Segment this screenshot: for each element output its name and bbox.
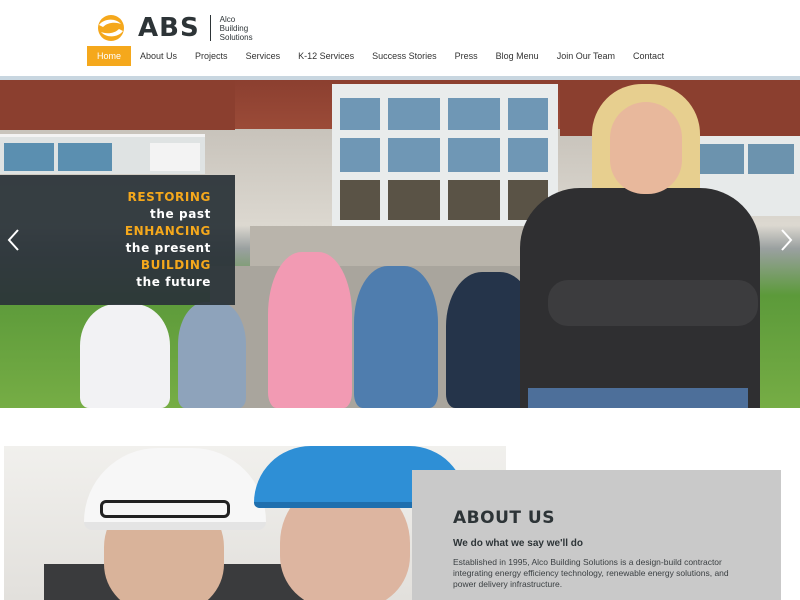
nav-item-k12-services[interactable]: K-12 Services xyxy=(289,46,363,66)
nav-item-home[interactable]: Home xyxy=(87,46,132,66)
chevron-left-icon[interactable] xyxy=(4,226,24,254)
about-card: ABOUT US We do what we say we'll do Esta… xyxy=(412,470,781,600)
nav-item-projects[interactable]: Projects xyxy=(186,46,237,66)
logo-swirl-icon xyxy=(98,15,124,41)
hero-image-child xyxy=(80,304,170,408)
nav-item-press[interactable]: Press xyxy=(446,46,487,66)
nav-item-success-stories[interactable]: Success Stories xyxy=(363,46,446,66)
chevron-right-icon[interactable] xyxy=(776,226,796,254)
tagline-line: the present xyxy=(125,241,211,255)
logo-divider xyxy=(209,15,211,41)
logo-abbreviation: ABS xyxy=(138,13,200,43)
nav-item-blog-menu[interactable]: Blog Menu xyxy=(487,46,548,66)
tagline-line: the future xyxy=(136,275,211,289)
nav-item-contact[interactable]: Contact xyxy=(624,46,673,66)
hero-slider: RESTORING the past ENHANCING the present… xyxy=(0,76,800,408)
logo-company-name: Alco Building Solutions xyxy=(220,15,253,42)
hero-image-child xyxy=(178,302,246,408)
logo-company-name-line: Building xyxy=(219,23,249,33)
main-nav: Home About Us Projects Services K-12 Ser… xyxy=(87,46,673,66)
tagline-line: the past xyxy=(150,207,211,221)
logo-company-name-line: Alco xyxy=(219,14,236,24)
site-logo[interactable]: ABS Alco Building Solutions xyxy=(94,14,253,42)
site-header: ABS Alco Building Solutions Home About U… xyxy=(0,0,800,76)
tagline-line: RESTORING xyxy=(127,190,211,204)
nav-item-join-our-team[interactable]: Join Our Team xyxy=(548,46,624,66)
tagline-line: BUILDING xyxy=(140,258,211,272)
hero-image-teacher xyxy=(520,84,760,408)
hero-image-child xyxy=(354,266,438,408)
about-subtitle: We do what we say we'll do xyxy=(453,538,583,549)
about-body-text: Established in 1995, Alco Building Solut… xyxy=(453,557,729,589)
tagline-line: ENHANCING xyxy=(124,224,211,238)
hero-image-child xyxy=(268,252,352,408)
nav-item-services[interactable]: Services xyxy=(237,46,290,66)
about-title: ABOUT US xyxy=(453,508,555,528)
logo-company-name-line: Solutions xyxy=(219,32,253,42)
nav-item-about-us[interactable]: About Us xyxy=(131,46,186,66)
hero-image-window xyxy=(0,134,205,174)
hero-image-brick-wall xyxy=(0,80,235,130)
hero-tagline-panel: RESTORING the past ENHANCING the present… xyxy=(0,175,235,305)
